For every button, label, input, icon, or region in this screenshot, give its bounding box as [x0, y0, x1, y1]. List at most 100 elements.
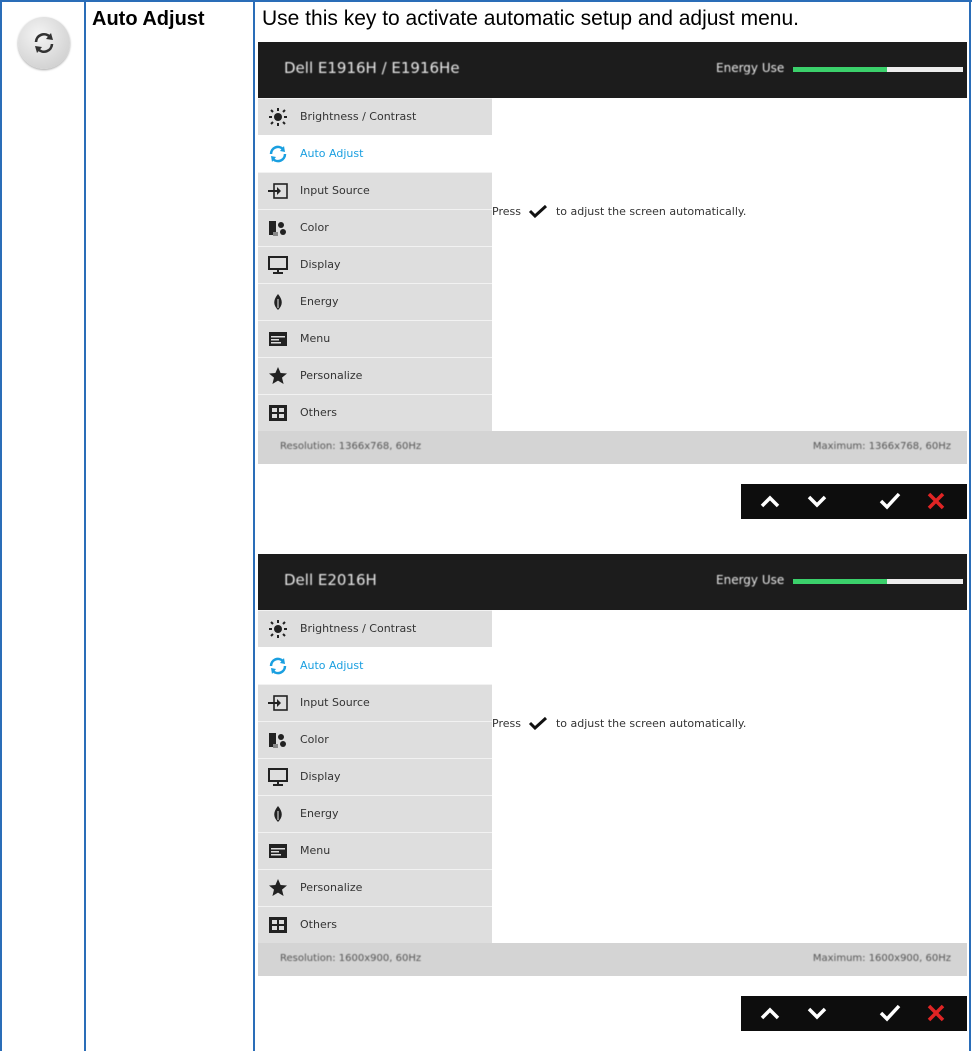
menu-item-label: Others: [300, 406, 337, 419]
menu-item[interactable]: Personalize: [258, 357, 492, 394]
menu-item[interactable]: Menu: [258, 832, 492, 869]
brightness-icon: [268, 108, 288, 126]
input-source-icon: [268, 182, 288, 200]
others-icon: [268, 916, 288, 934]
table-column-divider: [253, 0, 255, 1051]
others-icon: [268, 404, 288, 422]
current-resolution: Resolution: 1366x768, 60Hz: [280, 441, 422, 452]
menu-item[interactable]: Display: [258, 246, 492, 283]
menu-item[interactable]: Menu: [258, 320, 492, 357]
message-press: Press: [492, 205, 521, 218]
menu-item-label: Energy: [300, 295, 339, 308]
maximum-resolution: Maximum: 1366x768, 60Hz: [812, 441, 951, 452]
menu-item[interactable]: Others: [258, 906, 492, 943]
menu-item-label: Auto Adjust: [300, 147, 364, 160]
auto-adjust-icon: [268, 657, 288, 675]
auto-adjust-message: Press to adjust the screen automatically…: [492, 716, 746, 730]
feature-description: Use this key to activate automatic setup…: [262, 7, 799, 30]
energy-icon: [268, 805, 288, 823]
display-icon: [268, 768, 288, 786]
energy-icon: [268, 293, 288, 311]
feature-name: Auto Adjust: [92, 8, 205, 30]
osd-screenshot: Dell E1916H / E1916He Energy Use Brightn…: [258, 42, 967, 519]
menu-item-label: Input Source: [300, 184, 370, 197]
osd-screenshot: Dell E2016H Energy Use Brightness / Cont…: [258, 554, 967, 1031]
menu-icon: [268, 842, 288, 860]
osd-status-bar: Resolution: 1600x900, 60Hz Maximum: 1600…: [258, 943, 967, 976]
menu-item[interactable]: Input Source: [258, 684, 492, 721]
checkmark-icon: [529, 716, 548, 730]
menu-item-label: Menu: [300, 332, 331, 345]
down-arrow-button[interactable]: [794, 484, 840, 519]
menu-item-label: Energy: [300, 807, 339, 820]
auto-adjust-key-icon: [18, 17, 70, 69]
menu-item-label: Brightness / Contrast: [300, 110, 417, 123]
up-arrow-button[interactable]: [747, 484, 793, 519]
message-action: to adjust the screen automatically.: [555, 205, 747, 218]
monitor-buttons: [741, 484, 967, 519]
down-arrow-button[interactable]: [794, 996, 840, 1031]
checkmark-icon: [529, 204, 548, 218]
energy-use-level: [793, 67, 887, 72]
energy-use-label: Energy Use: [716, 61, 785, 75]
color-icon: [268, 731, 288, 749]
energy-use-meter: [793, 579, 963, 584]
checkmark-button[interactable]: [867, 996, 913, 1031]
menu-item-label: Others: [300, 918, 337, 931]
current-resolution: Resolution: 1600x900, 60Hz: [280, 953, 422, 964]
close-button[interactable]: [913, 996, 959, 1031]
menu-item[interactable]: Personalize: [258, 869, 492, 906]
osd-content: Press to adjust the screen automatically…: [492, 610, 967, 943]
monitor-model: Dell E2016H: [284, 571, 377, 589]
input-source-icon: [268, 694, 288, 712]
menu-item-label: Display: [300, 770, 341, 783]
menu-item[interactable]: Brightness / Contrast: [258, 98, 492, 135]
message-press: Press: [492, 717, 521, 730]
checkmark-button[interactable]: [867, 484, 913, 519]
monitor-model: Dell E1916H / E1916He: [284, 59, 460, 77]
menu-item-label: Color: [300, 733, 329, 746]
menu-item[interactable]: Color: [258, 721, 492, 758]
menu-item-label: Input Source: [300, 696, 370, 709]
menu-item[interactable]: Auto Adjust: [258, 135, 492, 172]
star-icon: [268, 367, 288, 385]
energy-use-label: Energy Use: [716, 573, 785, 587]
close-button[interactable]: [913, 484, 959, 519]
menu-item[interactable]: Display: [258, 758, 492, 795]
energy-use-meter: [793, 67, 963, 72]
monitor-buttons: [741, 996, 967, 1031]
menu-item-label: Personalize: [300, 881, 363, 894]
menu-item-label: Personalize: [300, 369, 363, 382]
star-icon: [268, 879, 288, 897]
menu-icon: [268, 330, 288, 348]
menu-item-label: Auto Adjust: [300, 659, 364, 672]
auto-adjust-message: Press to adjust the screen automatically…: [492, 204, 746, 218]
menu-item-label: Menu: [300, 844, 331, 857]
osd-status-bar: Resolution: 1366x768, 60Hz Maximum: 1366…: [258, 431, 967, 464]
up-arrow-button[interactable]: [747, 996, 793, 1031]
menu-item[interactable]: Energy: [258, 283, 492, 320]
osd-menu: Brightness / Contrast Auto Adjust Input So…: [258, 610, 492, 943]
menu-item-label: Brightness / Contrast: [300, 622, 417, 635]
menu-item-label: Color: [300, 221, 329, 234]
menu-item[interactable]: Energy: [258, 795, 492, 832]
table-left-border: [0, 0, 2, 1051]
energy-use-level: [793, 579, 887, 584]
menu-item[interactable]: Brightness / Contrast: [258, 610, 492, 647]
maximum-resolution: Maximum: 1600x900, 60Hz: [812, 953, 951, 964]
brightness-icon: [268, 620, 288, 638]
menu-item-label: Display: [300, 258, 341, 271]
display-icon: [268, 256, 288, 274]
menu-item[interactable]: Others: [258, 394, 492, 431]
table-column-divider: [84, 0, 86, 1051]
menu-item[interactable]: Input Source: [258, 172, 492, 209]
osd-content: Press to adjust the screen automatically…: [492, 98, 967, 431]
table-right-border: [969, 0, 971, 1051]
auto-adjust-icon: [268, 145, 288, 163]
color-icon: [268, 219, 288, 237]
message-action: to adjust the screen automatically.: [555, 717, 747, 730]
osd-title-bar: Dell E2016H Energy Use: [258, 554, 967, 610]
osd-menu: Brightness / Contrast Auto Adjust Input So…: [258, 98, 492, 431]
menu-item[interactable]: Color: [258, 209, 492, 246]
menu-item[interactable]: Auto Adjust: [258, 647, 492, 684]
